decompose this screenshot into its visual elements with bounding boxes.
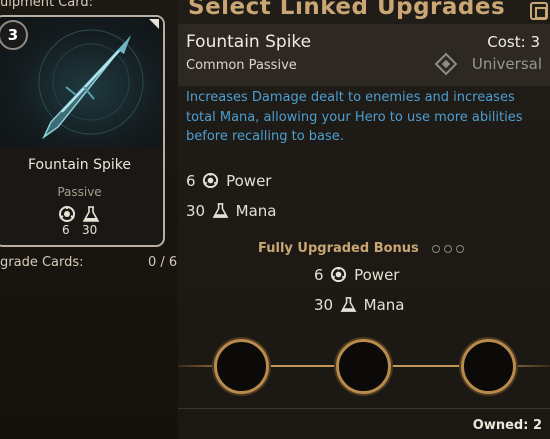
owned-count: Owned: 2 xyxy=(472,418,542,433)
stat-value: 30 xyxy=(186,202,206,220)
upgrade-cost: Cost: 3 xyxy=(487,33,540,51)
upgrade-cards-label: grade Cards: xyxy=(0,255,84,270)
bonus-row-mana: 30 Mana xyxy=(314,296,405,314)
equipment-card-header: uipment Card: xyxy=(0,0,94,10)
stat-row-power: 6 Power xyxy=(186,172,271,190)
upgrade-cards-count: 0 / 6 xyxy=(148,255,178,270)
upgrade-slot-3[interactable] xyxy=(461,339,516,394)
stat-label: Power xyxy=(226,172,272,190)
mana-flask-icon xyxy=(82,206,100,222)
power-icon xyxy=(331,266,347,283)
universal-affinity-icon xyxy=(434,52,458,76)
equipment-panel: uipment Card: 3 Fountain Spike Passive 6… xyxy=(0,0,178,439)
bonus-progress-dot xyxy=(444,245,452,253)
upgrade-rarity: Common Passive xyxy=(186,58,297,73)
card-corner-marker xyxy=(149,19,159,29)
bonus-value: 6 xyxy=(314,266,324,284)
stat-value: 6 xyxy=(186,172,196,190)
upgrade-description: Increases Damage dealt to enemies and in… xyxy=(186,90,523,144)
divider xyxy=(178,408,550,409)
bonus-value: 30 xyxy=(314,296,334,314)
upgrade-name: Fountain Spike xyxy=(186,32,312,52)
power-icon xyxy=(59,206,75,222)
bonus-progress-dot xyxy=(432,245,440,253)
upgrade-slot-2[interactable] xyxy=(336,339,391,394)
linked-upgrades-panel: Select Linked Upgrades Fountain Spike Co… xyxy=(178,0,550,439)
bonus-label: Power xyxy=(354,266,400,284)
fully-upgraded-bonus-title: Fully Upgraded Bonus xyxy=(258,241,419,256)
upgrade-affinity: Universal xyxy=(471,55,542,73)
card-mana-value: 30 xyxy=(82,223,98,237)
card-type: Passive xyxy=(57,185,102,199)
screen-title: Select Linked Upgrades xyxy=(188,0,506,20)
upgrade-detail-header: Fountain Spike Cost: 3 Common Passive Un… xyxy=(178,24,550,86)
mana-flask-icon xyxy=(340,297,357,312)
card-power-value: 6 xyxy=(62,223,70,237)
stat-label: Mana xyxy=(235,202,277,220)
bonus-progress-dot xyxy=(456,245,464,253)
bonus-label: Mana xyxy=(363,296,405,314)
upgrade-slot-1[interactable] xyxy=(214,339,269,394)
stat-row-mana: 30 Mana xyxy=(186,202,277,220)
link-icon[interactable] xyxy=(530,2,548,20)
mana-flask-icon xyxy=(212,203,229,218)
power-icon xyxy=(203,172,219,189)
card-name: Fountain Spike xyxy=(27,157,132,173)
equipment-card[interactable]: 3 Fountain Spike Passive 6 30 xyxy=(0,15,165,247)
bonus-row-power: 6 Power xyxy=(314,266,399,284)
